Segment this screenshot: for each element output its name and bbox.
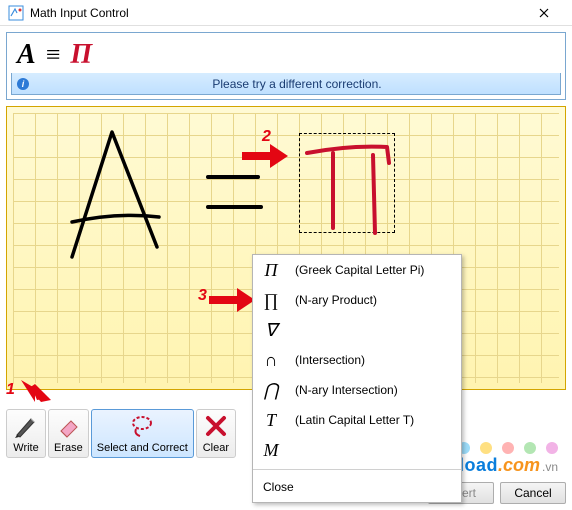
menu-label: (Latin Capital Letter T) [295, 413, 414, 427]
ink-stroke-a [47, 117, 187, 277]
window-title: Math Input Control [30, 6, 129, 20]
menu-label: (N-ary Intersection) [295, 383, 398, 397]
lasso-icon [128, 413, 156, 439]
annotation-2: 2 [242, 144, 288, 168]
menu-symbol: ∇ [259, 320, 283, 341]
dot-icon [524, 442, 536, 454]
watermark-part: .vn [542, 460, 558, 474]
dot-icon [502, 442, 514, 454]
watermark-part: .com [498, 455, 540, 475]
menu-label: (Intersection) [295, 353, 365, 367]
menu-symbol: ∏ [259, 290, 283, 311]
annotation-3: 3 [198, 288, 255, 312]
erase-label: Erase [54, 442, 83, 454]
menu-label: (Greek Capital Letter Pi) [295, 263, 424, 277]
arrow-icon [17, 376, 53, 404]
formula-panel: A ≡ Π i Please try a different correctio… [6, 32, 566, 100]
select-correct-label: Select and Correct [97, 442, 188, 454]
annotation-label: 1 [6, 381, 15, 399]
menu-item-nabla[interactable]: ∇ [253, 315, 461, 345]
menu-item-intersection[interactable]: ∩ (Intersection) [253, 345, 461, 375]
menu-symbol: Π [259, 260, 283, 281]
annotation-label: 2 [262, 128, 271, 146]
cancel-label: Cancel [514, 486, 551, 500]
clear-label: Clear [203, 442, 229, 454]
info-icon: i [12, 77, 34, 91]
ink-stroke-pi [299, 133, 399, 243]
formula-term-pi: Π [70, 39, 92, 71]
menu-symbol: ⋂ [259, 380, 283, 401]
annotation-1: 1 [6, 376, 53, 404]
menu-label: (N-ary Product) [295, 293, 377, 307]
arrow-icon [242, 144, 288, 168]
menu-close[interactable]: Close [253, 472, 461, 502]
app-icon [8, 5, 24, 21]
menu-item-latin-t[interactable]: T (Latin Capital Letter T) [253, 405, 461, 435]
menu-item-m[interactable]: M [253, 435, 461, 465]
menu-close-label: Close [263, 480, 294, 494]
dot-icon [480, 442, 492, 454]
menu-item-nary-intersection[interactable]: ⋂ (N-ary Intersection) [253, 375, 461, 405]
annotation-label: 3 [198, 287, 207, 305]
menu-symbol: ∩ [259, 350, 283, 371]
pen-icon [12, 413, 40, 439]
status-message: Please try a different correction. [34, 77, 560, 91]
menu-item-nary-product[interactable]: ∏ (N-ary Product) [253, 285, 461, 315]
cancel-button[interactable]: Cancel [500, 482, 566, 504]
watermark-dots [458, 442, 558, 454]
status-bar: i Please try a different correction. [11, 73, 561, 95]
titlebar-left: Math Input Control [8, 5, 129, 21]
menu-symbol: M [259, 440, 283, 461]
clear-icon [202, 413, 230, 439]
write-label: Write [13, 442, 38, 454]
menu-symbol: T [259, 410, 283, 431]
correction-menu: Π (Greek Capital Letter Pi) ∏ (N-ary Pro… [252, 254, 462, 503]
close-button[interactable] [524, 0, 564, 26]
ink-stroke-equals [203, 167, 273, 227]
clear-button[interactable]: Clear [196, 409, 236, 458]
formula-display: A ≡ Π [11, 37, 561, 73]
menu-separator [253, 469, 461, 470]
write-button[interactable]: Write [6, 409, 46, 458]
eraser-icon [54, 413, 82, 439]
formula-equiv: ≡ [46, 40, 61, 70]
menu-item-greek-pi[interactable]: Π (Greek Capital Letter Pi) [253, 255, 461, 285]
titlebar: Math Input Control [0, 0, 572, 26]
dot-icon [546, 442, 558, 454]
arrow-icon [209, 288, 255, 312]
formula-term-a: A [17, 39, 36, 71]
erase-button[interactable]: Erase [48, 409, 89, 458]
select-correct-button[interactable]: Select and Correct [91, 409, 194, 458]
